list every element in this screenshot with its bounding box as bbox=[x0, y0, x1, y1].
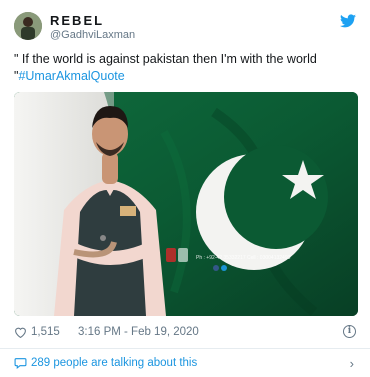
tweet-text: " If the world is against pakistan then … bbox=[14, 51, 356, 85]
avatar[interactable] bbox=[14, 12, 42, 40]
tweet-header: REBEL @GadhviLaxman bbox=[14, 12, 356, 42]
timestamp-link[interactable]: 3:16 PM - Feb 19, 2020 bbox=[78, 326, 199, 338]
hashtag-link[interactable]: #UmarAkmalQuote bbox=[18, 69, 124, 83]
speech-bubble-icon bbox=[14, 358, 27, 369]
divider bbox=[0, 348, 370, 349]
info-icon[interactable]: i bbox=[343, 325, 356, 338]
heart-icon[interactable] bbox=[14, 326, 27, 338]
like-count[interactable]: 1,515 bbox=[31, 326, 60, 338]
tweet-photo[interactable]: Ph : +92-42 35332217 Cell : 03004132493 bbox=[14, 92, 358, 316]
conversation-link[interactable]: 289 people are talking about this › bbox=[14, 356, 356, 372]
watermark-text: Ph : +92-42 35332217 Cell : 03004132493 bbox=[196, 255, 291, 261]
tweet-meta: 1,515 3:16 PM - Feb 19, 2020 i bbox=[14, 325, 356, 343]
chevron-right-icon[interactable]: › bbox=[350, 356, 354, 371]
user-handle[interactable]: @GadhviLaxman bbox=[50, 29, 135, 41]
twitter-bird-icon[interactable] bbox=[340, 14, 356, 28]
display-name[interactable]: REBEL bbox=[50, 13, 104, 28]
talking-count-label[interactable]: 289 people are talking about this bbox=[31, 357, 197, 369]
tweet-card: REBEL @GadhviLaxman " If the world is ag… bbox=[0, 0, 370, 377]
